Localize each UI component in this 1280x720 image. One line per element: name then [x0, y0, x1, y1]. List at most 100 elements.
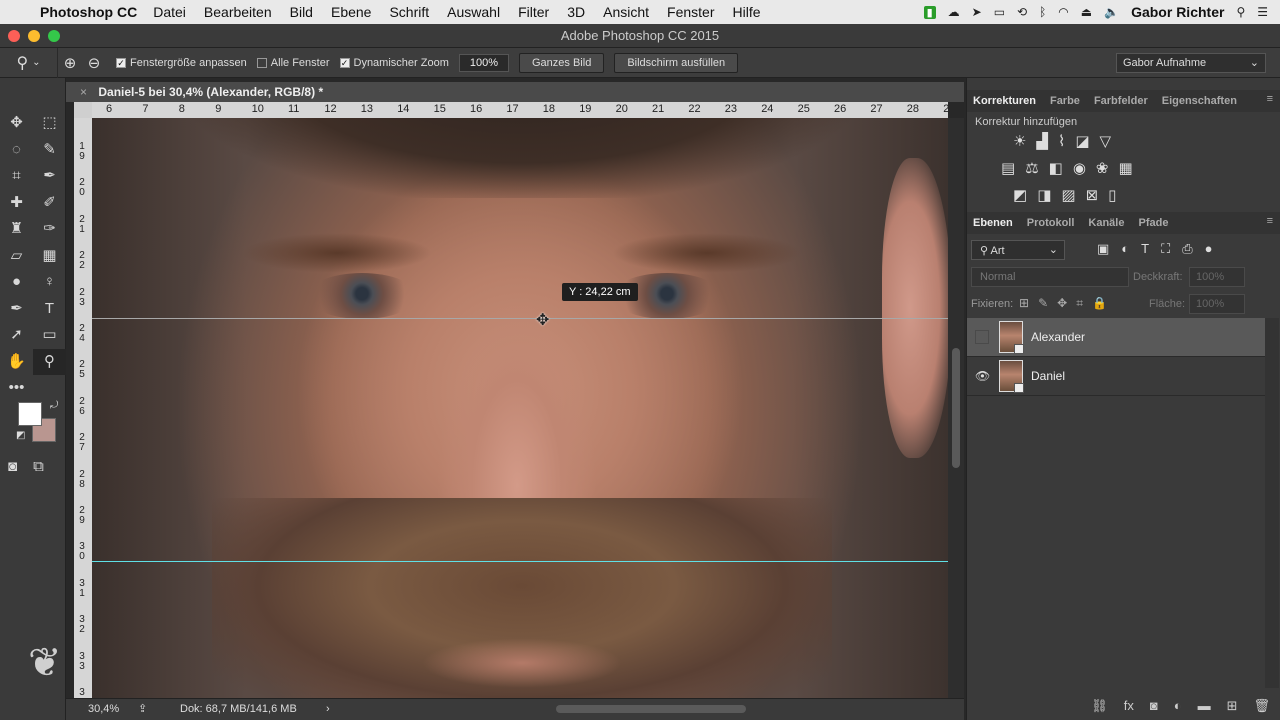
zoom-tool-icon[interactable]: ⚲ — [33, 348, 66, 375]
tab-farbfelder[interactable]: Farbfelder — [1094, 95, 1148, 107]
layers-scrollbar[interactable] — [1265, 318, 1279, 688]
levels-icon[interactable]: ▟ — [1036, 132, 1048, 150]
layer-style-icon[interactable]: fx — [1124, 698, 1134, 714]
quick-selection-tool-icon[interactable]: ✎ — [33, 137, 66, 164]
vibrance-icon[interactable]: ▽ — [1100, 132, 1112, 150]
menu-bild[interactable]: Bild — [290, 4, 313, 20]
tab-korrekturen[interactable]: Korrekturen — [973, 95, 1036, 107]
workspace-select[interactable]: Gabor Aufnahme ⌄ — [1116, 53, 1266, 73]
guide-line[interactable] — [92, 561, 948, 562]
zoom-out-icon[interactable]: ⊖ — [82, 54, 106, 72]
lasso-tool-icon[interactable]: ◌ — [0, 137, 33, 164]
arrow-icon[interactable]: ➤ — [972, 5, 982, 19]
layer-visibility-toggle[interactable] — [975, 330, 989, 344]
path-selection-tool-icon[interactable]: ➚ — [0, 322, 33, 349]
fill-screen-button[interactable]: Bildschirm ausfüllen — [614, 52, 739, 73]
tab-farbe[interactable]: Farbe — [1050, 95, 1080, 107]
menu-3d[interactable]: 3D — [567, 4, 585, 20]
horizontal-scrollbar-thumb[interactable] — [556, 705, 746, 713]
new-adjustment-layer-icon[interactable]: ◐ — [1174, 698, 1182, 714]
dodge-tool-icon[interactable]: ♀ — [33, 269, 66, 296]
smart-object-filter-icon[interactable]: ⎙ — [1182, 241, 1192, 257]
threshold-icon[interactable]: ▨ — [1061, 186, 1075, 204]
status-menu-arrow[interactable]: › — [326, 699, 330, 719]
wifi-icon[interactable]: ◠ — [1058, 5, 1068, 19]
spotlight-search-icon[interactable]: ⚲ — [1236, 5, 1245, 19]
all-windows-checkbox[interactable]: Alle Fenster — [256, 57, 330, 69]
channel-mixer-icon[interactable]: ❀ — [1096, 159, 1109, 177]
new-group-icon[interactable]: ▬ — [1198, 698, 1211, 714]
share-icon[interactable]: ⇪ — [138, 699, 147, 719]
menu-ebene[interactable]: Ebene — [331, 4, 371, 20]
tab-eigenschaften[interactable]: Eigenschaften — [1162, 95, 1237, 107]
history-brush-tool-icon[interactable]: ✑ — [33, 216, 66, 243]
gradient-map-icon[interactable]: ▯ — [1108, 186, 1116, 204]
panel-menu-icon[interactable]: ≡ — [1267, 215, 1273, 227]
lock-transparency-icon[interactable]: ⊞ — [1019, 296, 1029, 311]
volume-icon[interactable]: 🔈 — [1104, 5, 1119, 19]
fit-screen-button[interactable]: Ganzes Bild — [519, 52, 605, 73]
brush-tool-icon[interactable]: ✐ — [33, 190, 66, 217]
menu-hilfe[interactable]: Hilfe — [733, 4, 761, 20]
bluetooth-icon[interactable]: ᛒ — [1039, 5, 1046, 19]
tool-preset-picker[interactable]: ⚲ ⌄ — [0, 47, 58, 78]
photo-filter-icon[interactable]: ◉ — [1073, 159, 1086, 177]
pen-tool-icon[interactable]: ✒ — [0, 296, 33, 323]
default-colors-icon[interactable]: ◩ — [16, 430, 25, 441]
type-tool-icon[interactable]: T — [33, 296, 66, 323]
time-machine-icon[interactable]: ⟲ — [1017, 5, 1027, 19]
document-tab[interactable]: × Daniel-5 bei 30,4% (Alexander, RGB/8) … — [66, 82, 964, 102]
layer-row-alexander[interactable]: Alexander — [967, 318, 1265, 357]
battery-plug-icon[interactable]: ▭ — [994, 5, 1005, 19]
image-canvas[interactable]: Y : 24,22 cm ✥ — [92, 118, 948, 698]
crop-tool-icon[interactable]: ⌗ — [0, 163, 33, 190]
blend-mode-select[interactable]: Normal — [971, 267, 1129, 287]
foreground-color-swatch[interactable] — [18, 402, 42, 426]
notification-list-icon[interactable]: ☰ — [1257, 5, 1268, 19]
fit-window-checkbox[interactable]: ✓ Fenstergröße anpassen — [116, 57, 247, 69]
filter-toggle-icon[interactable]: ● — [1205, 241, 1213, 257]
lock-position-icon[interactable]: ✥ — [1057, 296, 1067, 311]
menu-bearbeiten[interactable]: Bearbeiten — [204, 4, 272, 20]
layer-thumbnail[interactable] — [999, 321, 1024, 354]
curves-icon[interactable]: ⌇ — [1058, 132, 1065, 150]
guide-line-dragging[interactable] — [92, 318, 948, 319]
layer-name[interactable]: Alexander — [1031, 330, 1085, 344]
trash-icon[interactable]: 🗑 — [1253, 698, 1270, 714]
layer-filter-kind-select[interactable]: ⚲ Art ⌄ — [971, 240, 1065, 260]
panel-menu-icon[interactable]: ≡ — [1267, 93, 1273, 105]
lock-all-icon[interactable]: 🔒 — [1092, 296, 1107, 311]
status-zoom[interactable]: 30,4% — [88, 699, 119, 719]
invert-icon[interactable]: ◩ — [1013, 186, 1027, 204]
ruler-origin[interactable] — [74, 102, 92, 118]
swap-colors-icon[interactable]: ⤾ — [50, 400, 58, 411]
screen-mode-icon[interactable]: ⧉ — [33, 458, 44, 475]
tab-pfade[interactable]: Pfade — [1138, 217, 1168, 229]
menu-datei[interactable]: Datei — [153, 4, 186, 20]
marquee-tool-icon[interactable]: ⬚ — [33, 110, 66, 137]
vertical-ruler[interactable]: 1 9 2 0 2 1 2 2 2 3 2 4 2 5 2 6 2 7 2 8 2 9 3 0 3 1 3… — [74, 118, 92, 698]
color-lookup-icon[interactable]: ▦ — [1119, 159, 1133, 177]
menu-filter[interactable]: Filter — [518, 4, 549, 20]
eyedropper-tool-icon[interactable]: ✒ — [33, 163, 66, 190]
window-zoom-button[interactable] — [48, 30, 60, 42]
opacity-field[interactable]: 100% — [1189, 267, 1245, 287]
tab-kanaele[interactable]: Kanäle — [1088, 217, 1124, 229]
type-filter-icon[interactable]: T — [1141, 241, 1149, 257]
add-mask-icon[interactable]: ◙ — [1150, 698, 1158, 714]
shape-filter-icon[interactable]: ⛶ — [1161, 241, 1170, 257]
layer-row-daniel[interactable]: 👁 Daniel — [967, 357, 1265, 396]
adjustment-filter-icon[interactable]: ◐ — [1121, 241, 1129, 257]
selective-color-icon[interactable]: ⊠ — [1086, 186, 1099, 204]
vertical-scrollbar-thumb[interactable] — [952, 348, 960, 468]
menu-schrift[interactable]: Schrift — [389, 4, 429, 20]
menu-ansicht[interactable]: Ansicht — [603, 4, 649, 20]
hand-tool-icon[interactable]: ✋ — [0, 349, 33, 376]
fill-field[interactable]: 100% — [1189, 294, 1245, 314]
menubar-user-name[interactable]: Gabor Richter — [1131, 4, 1224, 20]
brightness-icon[interactable]: ☀ — [1013, 132, 1026, 150]
color-balance-icon[interactable]: ⚖ — [1025, 159, 1038, 177]
rectangle-tool-icon[interactable]: ▭ — [33, 322, 66, 349]
vertical-scrollbar[interactable] — [948, 118, 964, 698]
black-white-icon[interactable]: ◧ — [1049, 159, 1063, 177]
